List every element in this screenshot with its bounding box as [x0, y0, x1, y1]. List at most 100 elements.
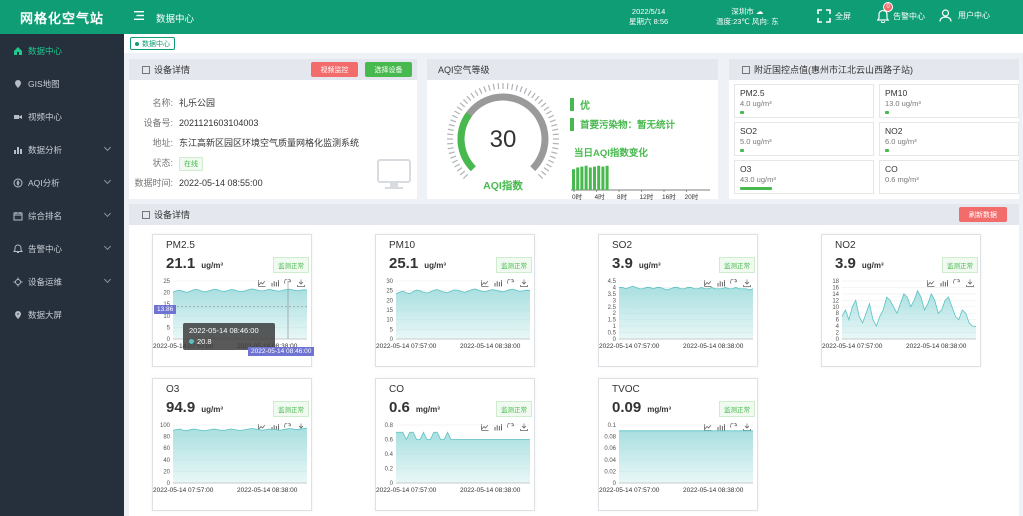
sensor-name: PM10 — [389, 240, 416, 251]
gauge-tick — [531, 92, 536, 99]
refresh-icon[interactable] — [507, 385, 515, 428]
sensor-unit: ug/m³ — [424, 261, 446, 270]
sidebar-item-7[interactable]: 设备运维 — [0, 265, 124, 298]
y-tick-label: 20 — [163, 469, 170, 475]
y-tick-label: 10 — [386, 318, 393, 324]
download-icon[interactable] — [520, 385, 528, 431]
fullscreen-button[interactable]: 全屏 — [817, 9, 851, 23]
download-icon[interactable] — [966, 241, 974, 287]
sensor-name: TVOC — [612, 384, 640, 395]
alarm-center-button[interactable]: 0 告警中心 — [876, 2, 925, 24]
app-title: 网格化空气站 — [0, 0, 124, 34]
refresh-icon[interactable] — [507, 241, 515, 284]
chevron-down-icon — [103, 209, 112, 218]
gauge-tick — [540, 170, 547, 176]
y-tick-label: 0.2 — [385, 467, 394, 473]
gauge-tick — [454, 163, 460, 168]
series-line — [396, 431, 530, 441]
today-aqi-chart: 0时 4时 8时 12时 16时 20时 — [571, 165, 710, 201]
sidebar-item-3[interactable]: 数据分析 — [0, 133, 124, 166]
gauge-tick — [456, 167, 463, 172]
aqi-level-text: 优 — [580, 101, 590, 112]
user-center-button[interactable]: 用户中心 — [939, 9, 990, 22]
top-bar: 数据中心 2022/5/14 星期六 8:56 深圳市 ☁ 温度:23℃ 风向:… — [124, 0, 1023, 34]
sidebar-item-6[interactable]: 告警中心 — [0, 232, 124, 265]
area-chart-icon[interactable] — [927, 241, 935, 287]
gauge-tick — [456, 106, 463, 111]
refresh-icon[interactable] — [284, 241, 292, 284]
refresh-icon[interactable] — [730, 241, 738, 284]
device-row-key: 设备号: — [143, 118, 173, 128]
sidebar-item-4[interactable]: AQI分析 — [0, 166, 124, 199]
chevron-down-icon — [103, 275, 112, 284]
sidebar-item-0[interactable]: 数据中心 — [0, 34, 124, 67]
gauge-tick — [451, 114, 458, 119]
gauge-tick — [523, 87, 528, 94]
sidebar-item-5[interactable]: 综合排名 — [0, 199, 124, 232]
y-tick-label: 18 — [832, 279, 839, 285]
station-metric-value: 4.0 ug/m³ — [740, 99, 772, 108]
gauge-tick — [519, 86, 523, 93]
area-chart-icon[interactable] — [258, 385, 266, 431]
today-aqi-bar — [572, 169, 575, 190]
download-icon[interactable] — [743, 385, 751, 431]
national-station-header: 附近国控点值(惠州市江北云山西路子站) — [729, 59, 1019, 80]
gauge-tick — [487, 84, 491, 91]
download-icon[interactable] — [743, 241, 751, 287]
breadcrumb-tag[interactable]: 数据中心 — [130, 37, 175, 50]
series-dot-icon — [189, 339, 194, 344]
y-tick-label: 0.8 — [385, 423, 394, 429]
sidebar-item-8[interactable]: 数据大屏 — [0, 298, 124, 331]
area-chart-icon[interactable] — [704, 241, 712, 287]
sensor-area-chart: 00.20.40.60.82022-05-14 07:57:00 2022-05-… — [376, 423, 530, 494]
y-tick-label: 16 — [832, 285, 839, 291]
sensor-value-block: 25.1 ug/m³ — [389, 255, 446, 272]
sensor-unit: ug/m³ — [201, 261, 223, 270]
sensor-card-pm25: PM2.521.1ug/m³监测正常05101520252022-05-14 0… — [152, 234, 315, 367]
gauge-tick — [474, 90, 479, 96]
bar-chart-icon[interactable] — [494, 241, 502, 287]
national-station-title: 附近国控点值(惠州市江北云山西路子站) — [754, 65, 913, 75]
device-row-value: 在线 — [179, 157, 203, 171]
bar-chart-icon[interactable] — [940, 241, 948, 287]
today-aqi-bar — [605, 165, 609, 190]
y-tick-label: 6 — [836, 318, 840, 324]
bar-chart-icon[interactable] — [717, 241, 725, 287]
sidebar-item-1[interactable]: GIS地图 — [0, 67, 124, 100]
y-tick-label: 12 — [832, 298, 839, 304]
date-text: 2022/5/14 — [631, 7, 666, 16]
gauge-tick — [527, 90, 532, 96]
gauge-tick — [447, 128, 454, 131]
sensor-area-chart: 00.020.040.060.080.12022-05-14 07:57:00 2… — [599, 423, 753, 494]
home-icon — [13, 46, 22, 55]
download-icon[interactable] — [297, 241, 305, 287]
station-icon — [742, 65, 750, 74]
bar-chart-icon[interactable] — [717, 385, 725, 431]
refresh-icon[interactable] — [730, 385, 738, 428]
today-aqi-bar — [576, 167, 580, 190]
select-device-button[interactable]: 选择设备 — [365, 62, 412, 77]
refresh-icon[interactable] — [284, 385, 292, 428]
menu-toggle-icon[interactable] — [134, 11, 144, 20]
video-monitor-button[interactable]: 视频监控 — [311, 62, 358, 77]
sidebar-item-2[interactable]: 视频中心 — [0, 100, 124, 133]
download-icon[interactable] — [297, 385, 305, 431]
refresh-data-button[interactable]: 刷新数据 — [959, 207, 1007, 222]
location-icon — [13, 310, 22, 319]
area-chart-icon[interactable] — [258, 241, 266, 287]
bar-chart-icon[interactable] — [271, 241, 279, 287]
bar-chart-icon[interactable] — [271, 385, 279, 431]
y-tick-label: 5 — [390, 327, 394, 333]
sensor-name: SO2 — [612, 240, 633, 251]
area-chart-icon[interactable] — [481, 385, 489, 431]
area-chart-icon[interactable] — [704, 385, 712, 431]
bar-chart-icon[interactable] — [494, 385, 502, 431]
today-aqi-bar — [593, 166, 596, 190]
gauge-tick — [466, 95, 472, 102]
refresh-icon[interactable] — [953, 241, 961, 284]
sensor-area-chart: 0510152025302022-05-14 07:57:00 2022-05-1… — [376, 279, 531, 350]
y-tick-label: 100 — [160, 423, 171, 429]
sensor-value-block: 0.09 mg/m³ — [612, 399, 671, 416]
area-chart-icon[interactable] — [481, 241, 489, 287]
download-icon[interactable] — [520, 241, 528, 287]
